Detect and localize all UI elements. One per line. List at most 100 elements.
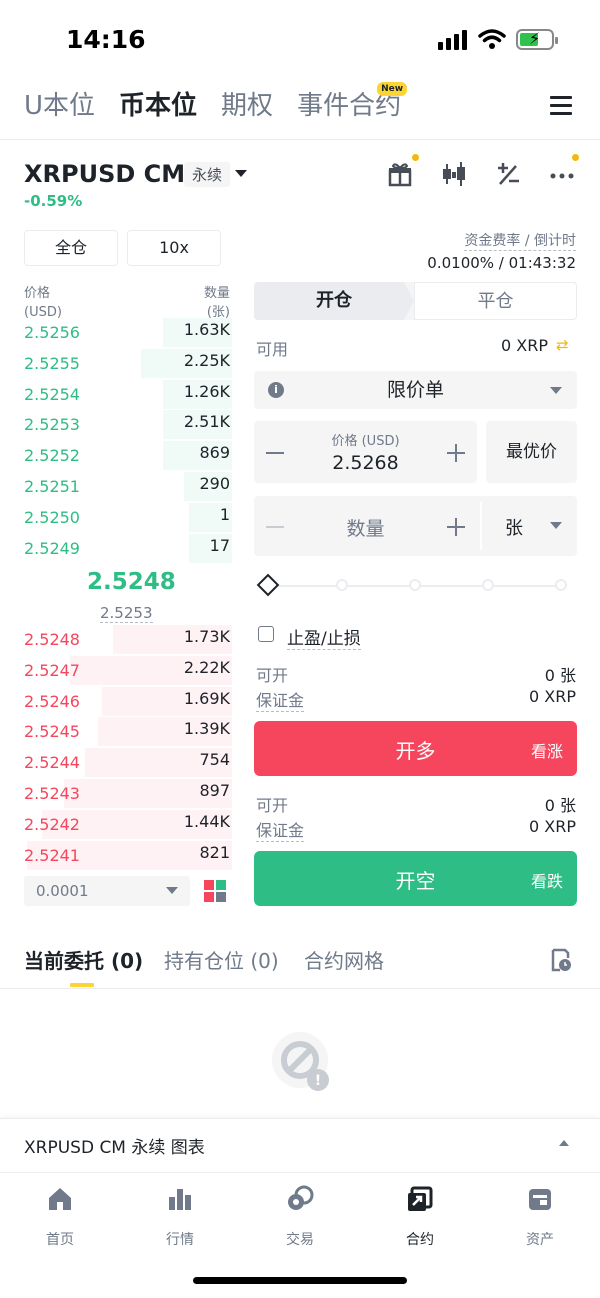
funding-rate-value: 0.0100% / 01:43:32 (427, 254, 576, 272)
nav-assets[interactable]: 资产 (500, 1185, 580, 1249)
orderbook-layout-icon[interactable] (204, 880, 226, 902)
long-can-open-label: 可开 (256, 666, 289, 685)
divider (480, 502, 482, 550)
available-label: 可用 (256, 340, 289, 359)
short-margin-label[interactable]: 保证金 (256, 817, 305, 842)
chart-drawer[interactable]: XRPUSD CM 永续 图表 (0, 1118, 600, 1170)
calculator-icon[interactable] (494, 160, 522, 188)
bid-row[interactable]: 2.5247 2.22K (0, 655, 240, 687)
tab-coinm[interactable]: 币本位 (119, 86, 197, 130)
mark-price[interactable]: 2.5253 (100, 604, 153, 623)
tab-event-contract[interactable]: 事件合约 New (297, 82, 408, 130)
short-margin-value: 0 XRP (529, 817, 576, 836)
bid-price: 2.5244 (24, 753, 80, 773)
notification-dot (412, 154, 419, 161)
slider-handle[interactable] (256, 573, 280, 597)
bid-price: 2.5242 (24, 814, 80, 834)
ask-row[interactable]: 2.5252 869 (0, 441, 240, 472)
market-icon (169, 1189, 191, 1210)
ask-row[interactable]: 2.5255 2.25K (0, 348, 240, 380)
ask-row[interactable]: 2.5254 1.26K (0, 379, 240, 411)
contract-type-tag: 永续 (184, 162, 231, 187)
divider (0, 988, 600, 989)
price-change: -0.59% (24, 192, 83, 210)
orderbook-price-header: 价格 (USD) (24, 284, 62, 322)
bottom-nav: 首页 行情 交易 合约 资产 (0, 1172, 600, 1298)
last-price[interactable]: 2.5248 (87, 569, 176, 595)
chevron-down-icon (550, 387, 562, 394)
bid-row[interactable]: 2.5242 1.44K (0, 809, 240, 841)
ask-row[interactable]: 2.5249 17 (0, 533, 240, 565)
open-close-segment: 平仓 开仓 (254, 282, 577, 320)
tpsl-checkbox[interactable] (258, 626, 274, 642)
bid-row[interactable]: 2.5246 1.69K (0, 686, 240, 718)
bid-row[interactable]: 2.5241 821 (0, 840, 240, 872)
bid-price: 2.5241 (24, 845, 80, 865)
home-icon (49, 1188, 71, 1210)
slider-step[interactable] (409, 579, 421, 591)
open-short-sublabel: 看跌 (530, 872, 563, 891)
bid-row[interactable]: 2.5243 897 (0, 779, 240, 810)
notification-dot (572, 154, 579, 161)
active-tab-indicator (70, 983, 94, 987)
nav-home[interactable]: 首页 (20, 1185, 100, 1249)
open-short-button[interactable]: 开空 看跌 (254, 851, 577, 906)
tpsl-label[interactable]: 止盈/止损 (287, 624, 361, 650)
open-long-label: 开多 (395, 739, 436, 763)
tab-positions[interactable]: 持有仓位 (0) (164, 945, 279, 974)
bid-price: 2.5247 (24, 660, 80, 680)
precision-select[interactable]: 0.0001 (24, 876, 190, 906)
bid-qty: 897 (199, 781, 230, 800)
ask-price: 2.5255 (24, 353, 80, 373)
funding-rate-label[interactable]: 资金费率 / 倒计时 (464, 230, 576, 251)
more-icon[interactable] (548, 160, 576, 188)
ask-qty: 2.25K (183, 350, 230, 370)
nav-market[interactable]: 行情 (140, 1185, 220, 1249)
open-long-sublabel: 看涨 (530, 742, 563, 761)
ask-row[interactable]: 2.5250 1 (0, 502, 240, 534)
nav-trade[interactable]: 交易 (260, 1185, 340, 1249)
tab-open-orders[interactable]: 当前委托 (0) (24, 945, 143, 974)
leverage-button[interactable]: 10x (127, 230, 221, 266)
slider-step[interactable] (555, 579, 567, 591)
candlestick-icon[interactable] (440, 160, 468, 188)
qty-header-label: 数量 (203, 286, 230, 301)
bid-row[interactable]: 2.5244 754 (0, 748, 240, 779)
menu-icon[interactable] (550, 96, 572, 116)
bid-qty: 821 (199, 842, 230, 862)
tab-usdm[interactable]: U本位 (24, 86, 95, 130)
order-history-icon[interactable] (550, 948, 572, 972)
order-type-label: 限价单 (386, 379, 444, 401)
open-long-button[interactable]: 开多 看涨 (254, 721, 577, 776)
ask-qty: 1.26K (183, 381, 230, 401)
long-margin-label[interactable]: 保证金 (256, 687, 305, 712)
margin-mode-button[interactable]: 全仓 (24, 230, 118, 266)
home-indicator[interactable] (193, 1277, 407, 1284)
tab-options[interactable]: 期权 (221, 86, 273, 130)
chevron-up-icon (559, 1140, 569, 1146)
tab-grid[interactable]: 合约网格 (304, 945, 384, 974)
bid-row[interactable]: 2.5245 1.39K (0, 717, 240, 748)
slider-step[interactable] (482, 579, 494, 591)
short-can-open-label: 可开 (256, 796, 289, 815)
chevron-down-icon[interactable] (235, 170, 247, 177)
chart-drawer-label: XRPUSD CM 永续 图表 (24, 1138, 205, 1158)
ask-row[interactable]: 2.5253 2.51K (0, 410, 240, 441)
bid-price: 2.5248 (24, 630, 80, 649)
bid-row[interactable]: 2.5248 1.73K (0, 625, 240, 656)
transfer-icon[interactable]: ⇄ (556, 336, 569, 354)
slider-step[interactable] (336, 579, 348, 591)
nav-futures[interactable]: 合约 (380, 1185, 460, 1249)
ask-qty: 2.51K (183, 412, 230, 432)
nav-trade-label: 交易 (286, 1232, 314, 1248)
tab-close-position[interactable]: 平仓 (414, 282, 577, 320)
best-price-button[interactable]: 最优价 (486, 421, 577, 483)
gift-icon[interactable] (386, 160, 414, 188)
ask-row[interactable]: 2.5256 1.63K (0, 318, 240, 349)
tab-open-position[interactable]: 开仓 (254, 282, 414, 320)
orderbook-qty-header: 数量 (张) (204, 284, 230, 322)
ask-row[interactable]: 2.5251 290 (0, 472, 240, 503)
symbol-name[interactable]: XRPUSD CM (24, 160, 185, 188)
quantity-unit-select[interactable]: 张 (505, 514, 523, 540)
price-header-label: 价格 (24, 286, 51, 301)
